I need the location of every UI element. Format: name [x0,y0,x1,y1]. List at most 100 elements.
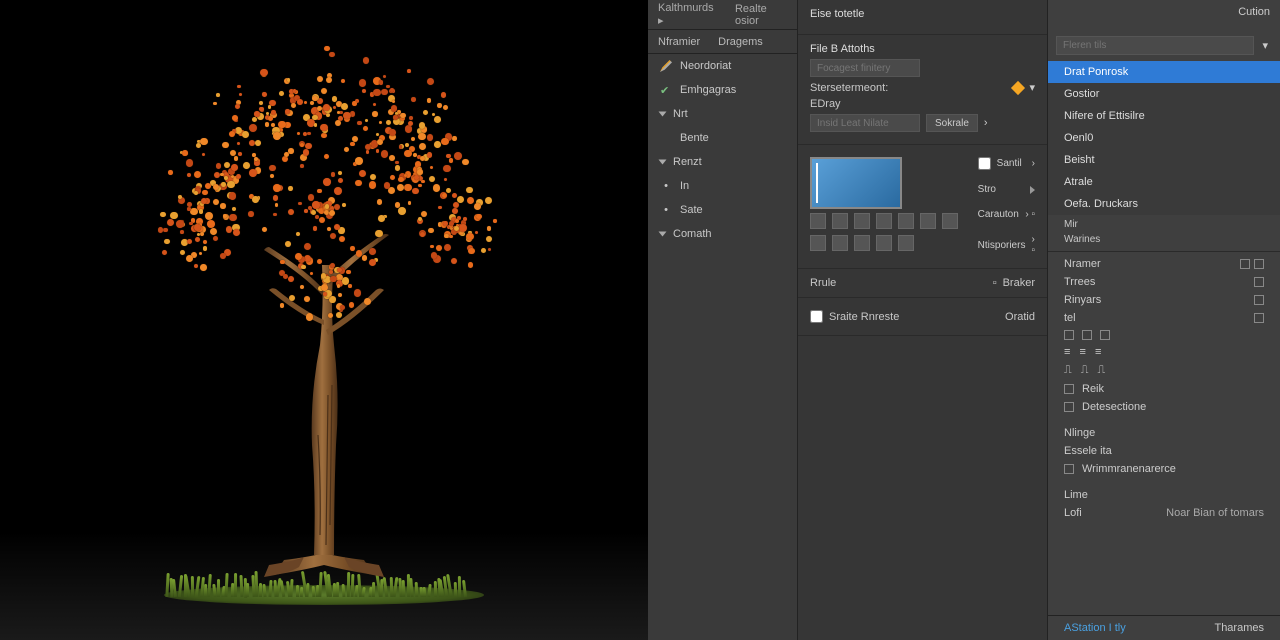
bullet-icon: • [660,180,672,192]
prop-row-0[interactable]: Trrees [1048,273,1280,291]
breadcrumb[interactable]: Kalthmurds ▸ [658,2,715,27]
chevron-icon [659,112,667,117]
grid-cell[interactable] [920,213,936,229]
footer-left[interactable]: AStation I tly [1064,622,1126,634]
group-item-0[interactable]: Essele ita [1064,445,1112,457]
corner-button[interactable]: Cution [1238,6,1270,18]
tool-reik[interactable]: Reik [1082,383,1104,395]
section-header: Eise totetle [798,0,1047,35]
field-2-input[interactable] [810,114,920,132]
sub-warines[interactable]: Warines [1064,234,1100,245]
footer-right[interactable]: Tharames [1214,622,1264,634]
sidebar-item-label: In [680,180,689,192]
sidebar-item-5[interactable]: • In [648,174,797,198]
prop-row-2[interactable]: tel [1048,309,1280,327]
pencil-icon [660,60,672,72]
sidebar-item-7[interactable]: Comath [648,222,797,246]
middle-column: Eise totetle File B Attoths Stersetermeo… [798,0,1048,640]
lofi-right: Noar Bian of tomars [1166,507,1264,519]
field-1-input[interactable] [810,59,920,77]
row2-label: Stro [978,184,996,195]
sidebar-item-0[interactable]: Neordoriat [648,54,797,78]
chevron-right-icon[interactable]: › [984,117,988,129]
square-icon[interactable] [1254,313,1264,323]
menu-item-2[interactable]: Nifere of Ettisilre [1048,105,1280,127]
play-icon[interactable] [1030,186,1035,194]
sidebar-item-3[interactable]: Bente [648,126,797,150]
chevron-down-icon[interactable]: ▾ [1258,39,1272,52]
menu-item-4[interactable]: Beisht [1048,149,1280,171]
topbar: Kalthmurds ▸ Realte osior [648,0,797,30]
group-h: Nlinge [1064,427,1095,439]
icon-grid [810,213,968,251]
tree-canopy: const clumps=[[170,160,150,130],[70,130,… [154,45,494,325]
tree-illustration: for(let i=0;i<70;i++){document.write('<s… [144,45,504,605]
sidebar-item-label: Sate [680,204,703,216]
lofi-label: Lofi [1064,507,1082,519]
chk2-label: Oratid [1005,311,1035,323]
group-item-1[interactable]: Wrimmranenarerce [1082,463,1176,475]
grid-cell[interactable] [832,213,848,229]
sub-mir[interactable]: Mir [1064,219,1078,230]
square-icon[interactable] [1254,295,1264,305]
material-preview[interactable] [810,157,902,209]
grid-cell[interactable] [810,235,826,251]
menu-list: Drat PonroskGostiorNifere of EttisilreOe… [1048,61,1280,215]
grid-cell[interactable] [832,235,848,251]
grid-cell[interactable] [942,213,958,229]
menu-item-5[interactable]: Atrale [1048,171,1280,193]
chk-label: Sraite Rnreste [829,311,899,323]
chevron-icon [659,160,667,165]
chk-santil[interactable] [978,157,991,170]
sidebar-item-label: Nrt [673,108,688,120]
row3-label: Carauton [978,209,1019,220]
sidebar-item-4[interactable]: Renzt [648,150,797,174]
mode-label[interactable]: Realte osior [735,3,787,27]
square-icon[interactable] [1254,259,1264,269]
grid-cell[interactable] [898,213,914,229]
funnel-icon[interactable]: ▾ [1029,81,1035,94]
right-column: ▾ Drat PonroskGostiorNifere of Ettisilre… [1048,0,1280,640]
sub3-label: EDray [810,98,1035,110]
grid-cell[interactable] [898,235,914,251]
grid-cell[interactable] [854,213,870,229]
sidebar-item-1[interactable]: ✔ Emhgagras [648,78,797,102]
search-input[interactable] [1056,36,1254,55]
canvas-viewport[interactable]: for(let i=0;i<70;i++){document.write('<s… [0,0,648,640]
lone-label: Lime [1064,489,1088,501]
sidebar-item-label: Bente [680,132,709,144]
properties-panel: Cution Kalthmurds ▸ Realte osior Nframie… [648,0,1280,640]
menu-item-3[interactable]: Oenl0 [1048,127,1280,149]
row4-label: Ntisporiers [978,240,1026,251]
tab-a[interactable]: Nframier [658,36,700,48]
tab-b[interactable]: Dragems [718,36,763,48]
check-icon: ✔ [660,84,672,96]
grid-cell[interactable] [876,213,892,229]
square-icon[interactable] [1240,259,1250,269]
tool-det[interactable]: Detesectione [1082,401,1146,413]
bullet-icon: • [660,204,672,216]
sidebar-item-2[interactable]: Nrt [648,102,797,126]
chk-remote[interactable] [810,310,823,323]
diamond-icon[interactable] [1011,80,1025,94]
row5b-label: Braker [1003,277,1035,289]
section-title: Eise totetle [810,8,1035,20]
select-button[interactable]: Sokrale [926,114,978,132]
grid-cell[interactable] [810,213,826,229]
sidebar-item-label: Renzt [673,156,702,168]
subsection-label: File B Attoths [810,43,1035,55]
menu-item-6[interactable]: Oefa. Druckars [1048,193,1280,215]
menu-item-1[interactable]: Gostior [1048,83,1280,105]
chevron-icon [659,232,667,237]
left-column: Kalthmurds ▸ Realte osior Nframier Drage… [648,0,798,640]
square-icon[interactable] [1254,277,1264,287]
menu-item-0[interactable]: Drat Ponrosk [1048,61,1280,83]
sidebar-item-label: Emhgagras [680,84,736,96]
sidebar-list: Neordoriat✔EmhgagrasNrtBenteRenzt•In•Sat… [648,54,797,246]
prop-row-1[interactable]: Rinyars [1048,291,1280,309]
sub2-label: Stersetermeont: [810,82,888,94]
grid-cell[interactable] [876,235,892,251]
grid-cell[interactable] [854,235,870,251]
tab-row: Nframier Dragems [648,30,797,54]
sidebar-item-6[interactable]: • Sate [648,198,797,222]
